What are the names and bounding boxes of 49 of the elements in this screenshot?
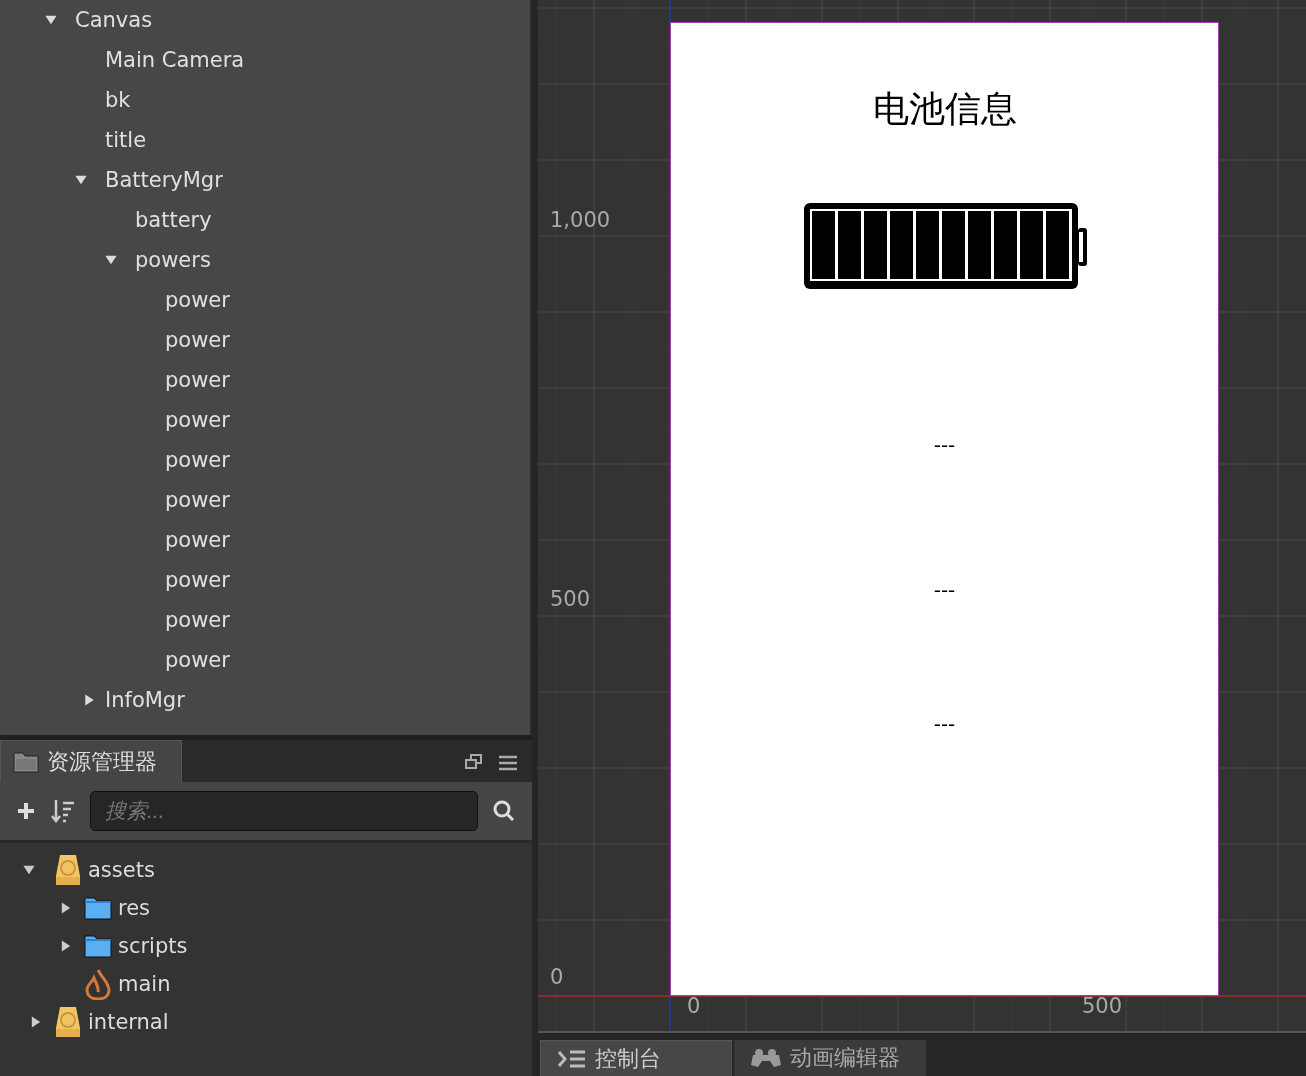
node-label[interactable]: power [165, 648, 230, 672]
info-text: --- [932, 578, 957, 602]
node-label[interactable]: Canvas [75, 8, 153, 32]
database-icon [54, 1006, 82, 1038]
node-label[interactable]: power [165, 288, 230, 312]
node-label[interactable]: BatteryMgr [105, 168, 223, 192]
info-text: --- [932, 712, 957, 736]
battery-title: 电池信息 [871, 87, 1018, 131]
node-label[interactable]: Main Camera [105, 48, 245, 72]
axis-label: 500 [1082, 994, 1123, 1018]
node-label[interactable]: power [165, 528, 230, 552]
node-label[interactable]: power [165, 488, 230, 512]
node-label[interactable]: power [165, 568, 230, 592]
folder-icon [84, 896, 112, 920]
sort-icon[interactable] [50, 798, 76, 824]
node-label[interactable]: power [165, 608, 230, 632]
asset-label[interactable]: assets [88, 858, 155, 882]
popout-icon[interactable] [464, 753, 484, 771]
asset-label[interactable]: main [118, 972, 171, 996]
axis-label: 0 [687, 994, 701, 1018]
axis-label: 0 [550, 965, 564, 989]
folder-icon [84, 934, 112, 958]
search-icon[interactable] [492, 799, 516, 823]
node-label[interactable]: InfoMgr [105, 688, 185, 712]
node-label[interactable]: title [105, 128, 147, 152]
node-label[interactable]: power [165, 368, 230, 392]
axis-label: 1,000 [550, 208, 611, 232]
gamepad-icon [750, 1047, 782, 1069]
node-label[interactable]: bk [105, 88, 131, 112]
database-icon [54, 854, 82, 886]
folder-icon [13, 750, 39, 773]
axis-label: 500 [550, 587, 591, 611]
node-label[interactable]: power [165, 448, 230, 472]
panel-tab[interactable]: 动画编辑器 [734, 1040, 926, 1076]
asset-label[interactable]: res [118, 896, 151, 920]
node-label[interactable]: power [165, 328, 230, 352]
search-field[interactable]: 搜索... [90, 791, 478, 831]
flame-icon [84, 968, 112, 1000]
console-icon [557, 1048, 587, 1069]
node-label[interactable]: power [165, 408, 230, 432]
add-icon[interactable] [16, 801, 36, 821]
node-label[interactable]: battery [135, 208, 212, 232]
asset-label[interactable]: scripts [118, 934, 188, 958]
panel-tab[interactable]: 控制台 [540, 1040, 732, 1076]
node-label[interactable]: powers [135, 248, 211, 272]
assets-tab[interactable]: 资源管理器 [0, 740, 182, 782]
info-text: --- [932, 433, 957, 457]
asset-label[interactable]: internal [88, 1010, 169, 1034]
menu-icon[interactable] [498, 755, 518, 771]
